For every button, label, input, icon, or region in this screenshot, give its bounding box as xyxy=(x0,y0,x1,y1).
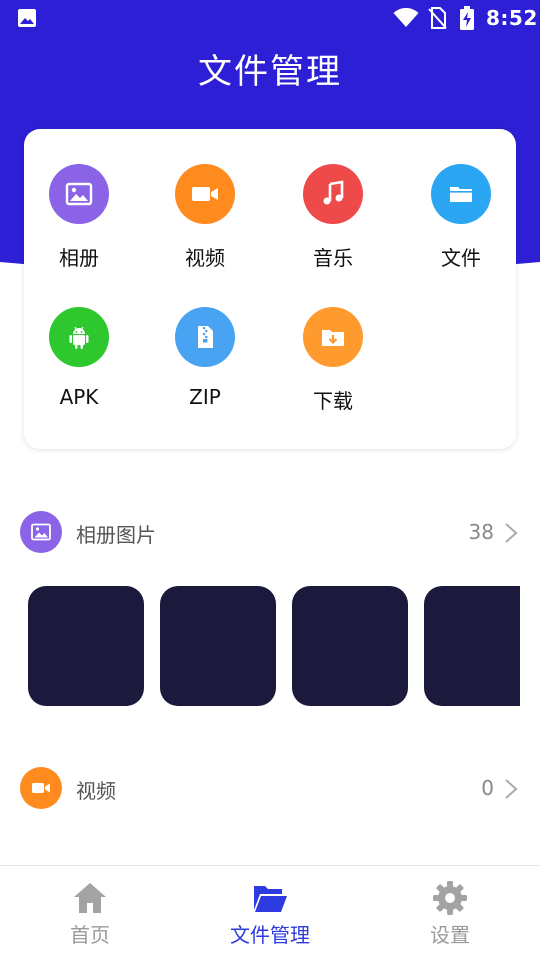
section-count: 0 xyxy=(481,776,494,800)
status-time: 8:52 xyxy=(486,6,538,30)
category-label: 文件 xyxy=(441,246,481,270)
nav-label: 设置 xyxy=(430,923,470,947)
category-album[interactable]: 相册 xyxy=(24,164,134,284)
nav-item-settings[interactable]: 设置 xyxy=(360,866,540,961)
gear-icon xyxy=(433,881,467,915)
download-folder-icon xyxy=(303,307,363,367)
nav-item-home[interactable]: 首页 xyxy=(0,866,180,961)
folder-icon xyxy=(431,164,491,224)
android-icon xyxy=(49,307,109,367)
video-icon xyxy=(20,767,62,809)
chevron-right-icon xyxy=(505,523,518,543)
category-files[interactable]: 文件 xyxy=(406,164,516,284)
section-title: 视频 xyxy=(76,779,116,803)
category-music[interactable]: 音乐 xyxy=(278,164,388,284)
category-label: ZIP xyxy=(189,385,221,409)
category-zip[interactable]: ZIP xyxy=(150,307,260,427)
photo-thumbnail[interactable] xyxy=(28,586,144,706)
folder-open-icon xyxy=(254,886,287,912)
photo-thumbnail[interactable] xyxy=(292,586,408,706)
bottom-navigation: 首页 文件管理 设置 xyxy=(0,865,540,961)
no-sim-icon xyxy=(428,7,447,29)
chevron-right-icon xyxy=(505,779,518,799)
music-icon xyxy=(303,164,363,224)
category-label: APK xyxy=(59,385,99,409)
wifi-icon xyxy=(393,8,419,27)
home-icon xyxy=(74,883,106,913)
section-header-photos[interactable]: 相册图片 38 xyxy=(0,511,540,555)
category-label: 相册 xyxy=(59,246,99,270)
battery-charging-icon xyxy=(460,6,474,30)
image-icon xyxy=(49,164,109,224)
category-label: 视频 xyxy=(185,246,225,270)
photo-thumbnail[interactable] xyxy=(424,586,520,706)
category-label: 音乐 xyxy=(313,246,353,270)
category-grid-card: 相册 视频 音乐 文件 APK ZIP 下载 xyxy=(24,129,516,449)
section-title: 相册图片 xyxy=(76,523,156,547)
status-bar: 8:52 xyxy=(0,0,540,36)
gallery-notification-icon xyxy=(18,9,36,27)
category-download[interactable]: 下载 xyxy=(278,307,388,427)
nav-label: 文件管理 xyxy=(230,923,310,947)
section-header-videos[interactable]: 视频 0 xyxy=(0,767,540,811)
category-label: 下载 xyxy=(313,389,353,413)
zip-icon xyxy=(175,307,235,367)
image-icon xyxy=(20,511,62,553)
category-video[interactable]: 视频 xyxy=(150,164,260,284)
nav-item-file-manager[interactable]: 文件管理 xyxy=(180,866,360,961)
photo-thumbnail[interactable] xyxy=(160,586,276,706)
category-apk[interactable]: APK xyxy=(24,307,134,427)
nav-label: 首页 xyxy=(70,923,110,947)
video-icon xyxy=(175,164,235,224)
section-count: 38 xyxy=(468,520,494,544)
page-title: 文件管理 xyxy=(198,52,342,92)
